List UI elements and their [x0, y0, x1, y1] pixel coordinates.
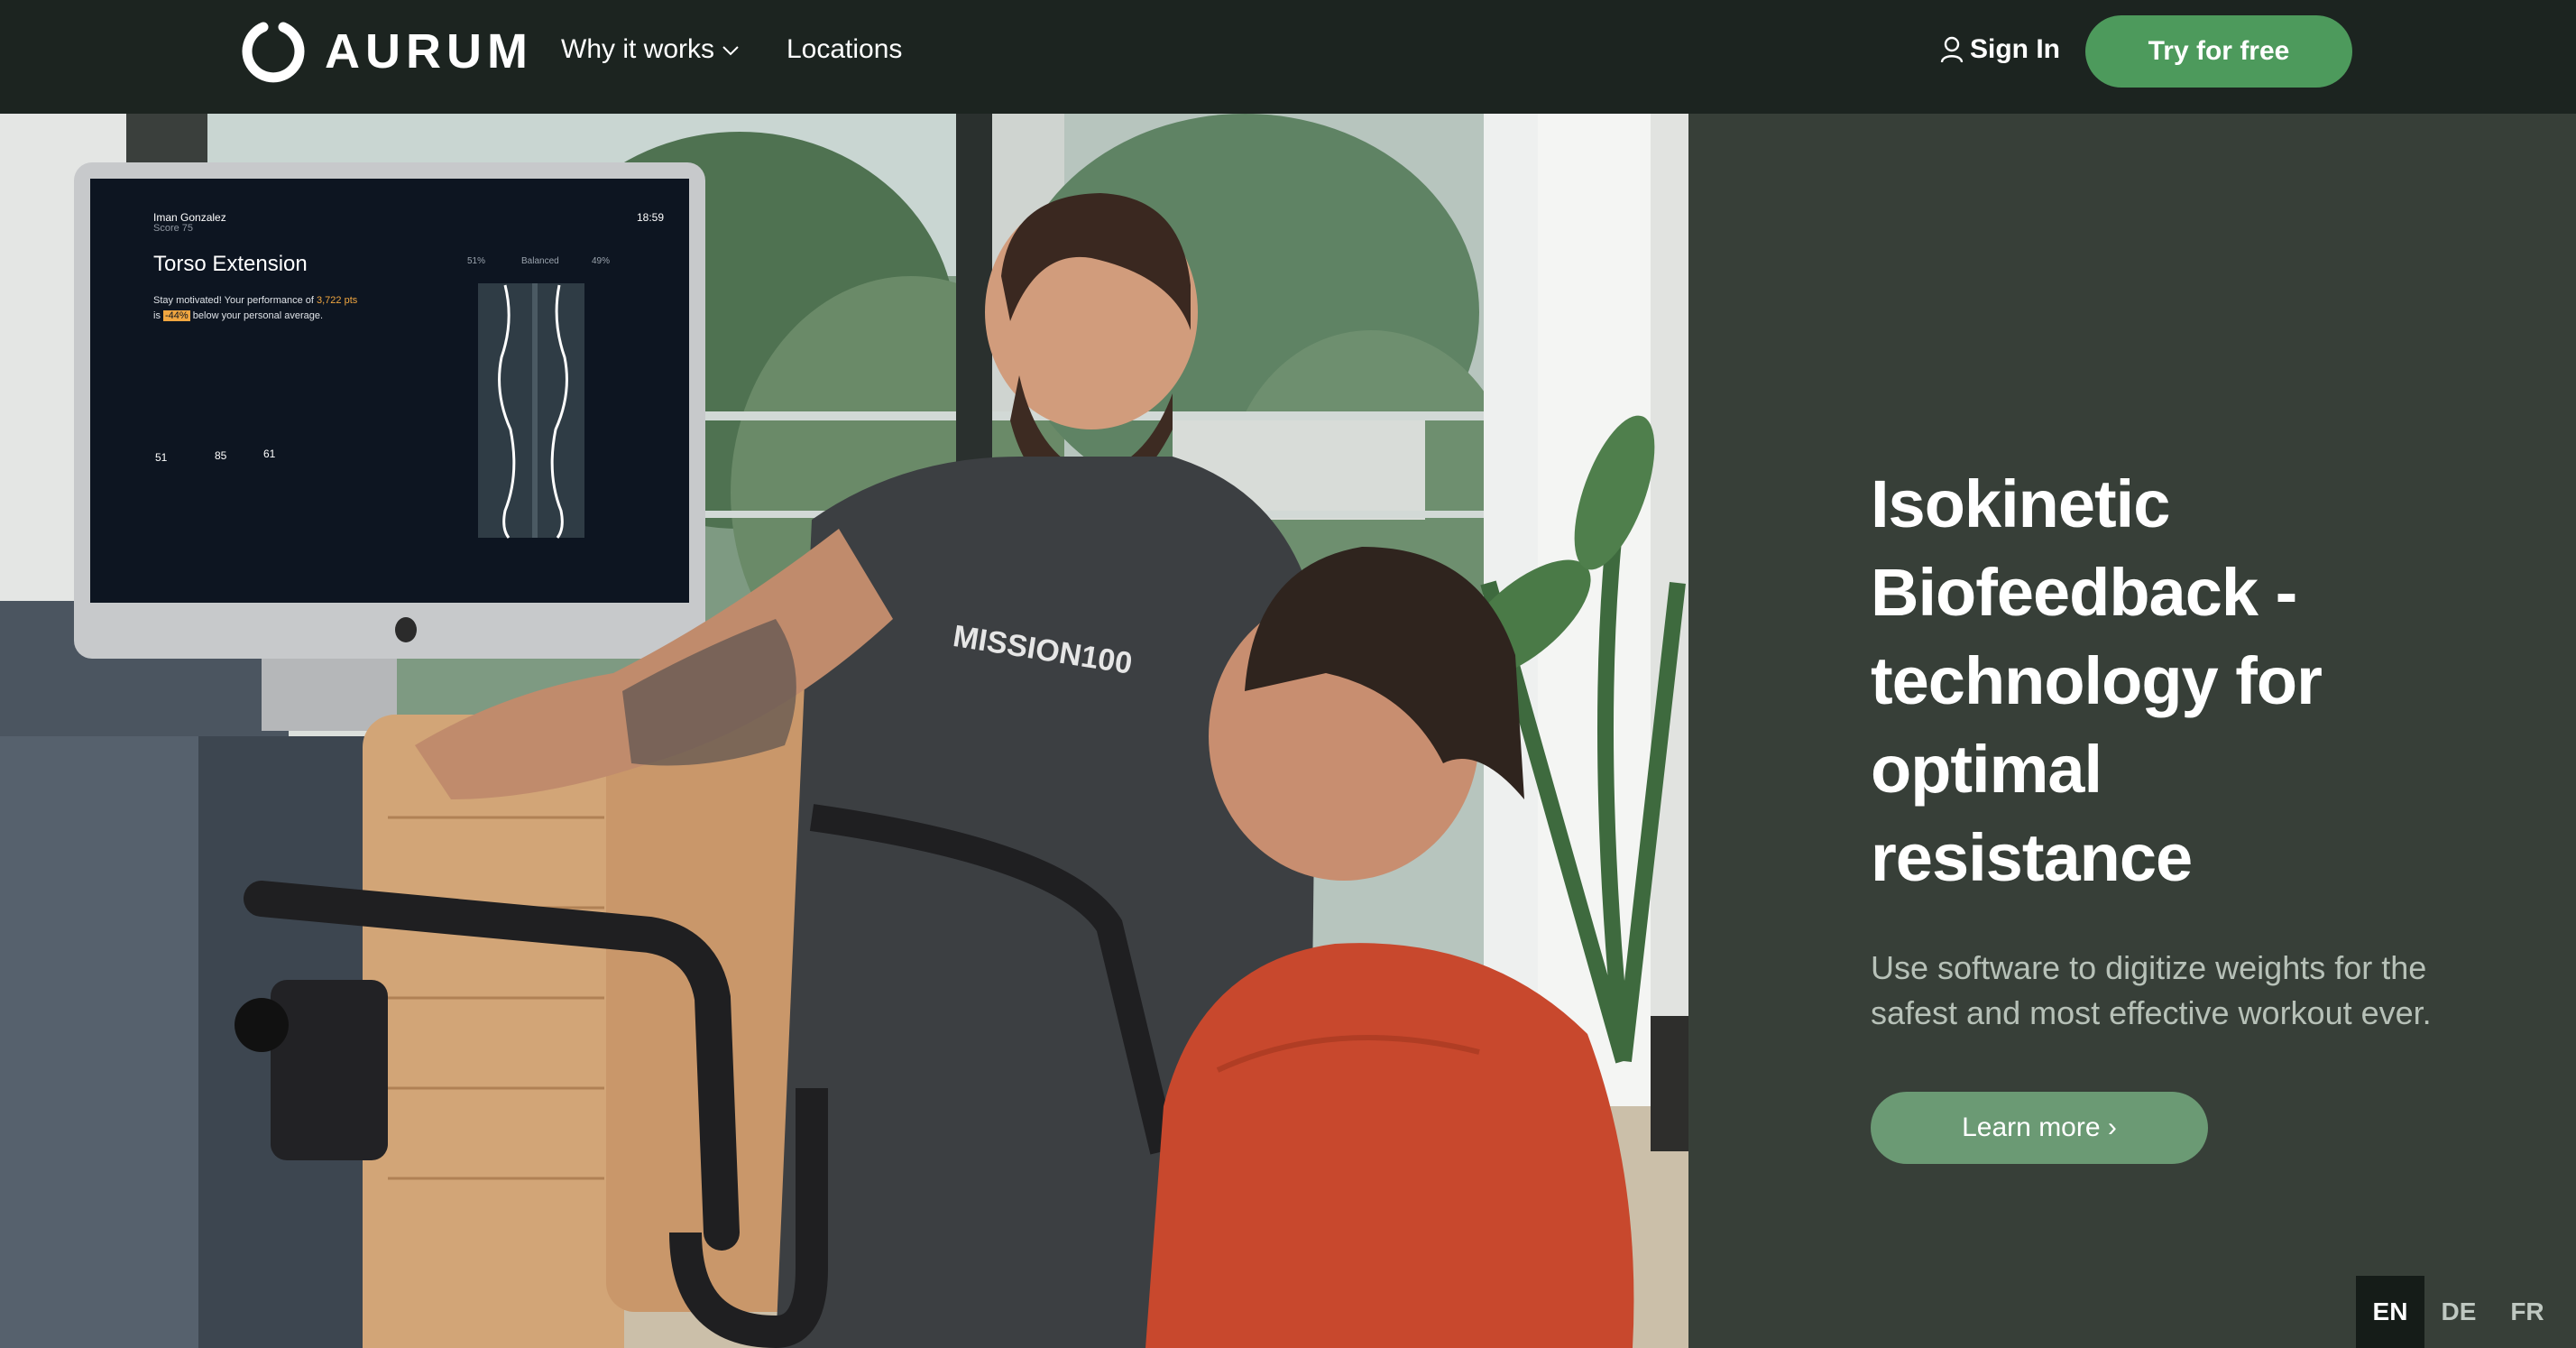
hero-subtitle: Use software to digitize weights for the…	[1871, 949, 2432, 1031]
monitor-message-pre: is	[153, 310, 161, 321]
aurum-logo-icon	[242, 22, 305, 83]
monitor-message-line2: is -44% below your personal average.	[153, 310, 323, 321]
monitor-user-name: Iman Gonzalez	[153, 211, 226, 224]
monitor-stat-2: 85	[215, 449, 227, 462]
learn-more-button[interactable]: Learn more ›	[1871, 1092, 2208, 1164]
monitor-right-pct: 49%	[592, 256, 611, 266]
sign-in-link[interactable]: Sign In	[1939, 31, 2060, 69]
hero-photo: Iman Gonzalez Score 75 18:59 Torso Exten…	[0, 114, 1688, 1348]
hero-title: Isokinetic Biofeedback - technology for …	[1871, 466, 2323, 895]
monitor-message-line1: Stay motivated! Your performance of 3,72…	[153, 295, 357, 306]
logo-wordmark: AURUM	[325, 24, 533, 78]
language-en[interactable]: EN	[2356, 1276, 2424, 1348]
monitor-stat-1: 51	[155, 451, 168, 464]
chevron-down-icon	[722, 46, 739, 56]
nav-locations-label: Locations	[787, 34, 903, 64]
monitor-message-points: 3,722 pts	[317, 295, 358, 306]
nav-why-it-works[interactable]: Why it works	[561, 31, 740, 69]
monitor-message-post: below your personal average.	[192, 310, 324, 321]
aurum-logo[interactable]: AURUM	[242, 20, 533, 83]
monitor-message-pct: -44%	[163, 310, 190, 321]
language-de[interactable]: DE	[2424, 1276, 2493, 1348]
monitor-balance-label: Balanced	[521, 256, 559, 266]
monitor-stat-3: 61	[263, 448, 276, 460]
monitor-left-pct: 51%	[467, 256, 486, 266]
monitor-exercise-title: Torso Extension	[153, 252, 308, 276]
nav-why-it-works-label: Why it works	[561, 34, 715, 64]
top-navbar: AURUM Why it works Locations Sign In Try…	[0, 0, 2576, 114]
monitor-time: 18:59	[637, 211, 665, 224]
try-for-free-button[interactable]: Try for free	[2085, 15, 2352, 88]
nav-locations[interactable]: Locations	[787, 31, 902, 69]
monitor-user-score: Score 75	[153, 223, 194, 234]
language-fr[interactable]: FR	[2493, 1276, 2562, 1348]
sign-in-label: Sign In	[1970, 34, 2060, 64]
monitor-message-text: Stay motivated! Your performance of	[153, 295, 314, 306]
user-icon	[1940, 36, 1964, 63]
